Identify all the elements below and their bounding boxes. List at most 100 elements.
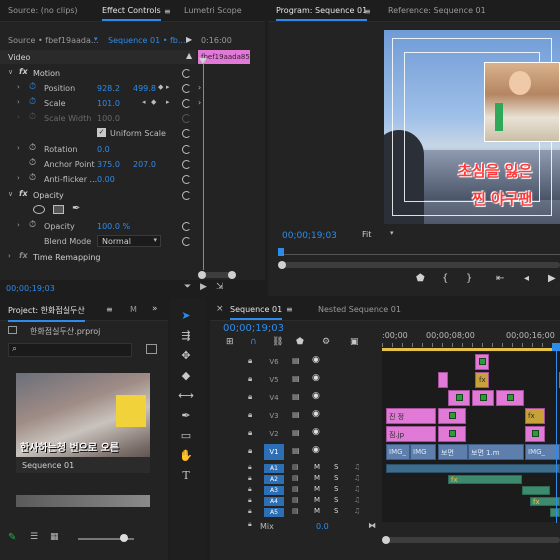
track-label[interactable]: V1 — [264, 444, 284, 460]
menu-icon[interactable]: ≡ — [286, 305, 293, 314]
expand-arrow-icon[interactable]: › — [17, 98, 20, 106]
stopwatch-icon[interactable]: ⏱ — [29, 97, 36, 107]
tab-effect-controls[interactable]: Effect Controls — [102, 6, 161, 21]
chevron-right-icon[interactable]: › — [198, 98, 201, 107]
mute-toggle[interactable]: M — [314, 507, 320, 515]
lock-icon[interactable]: 🔒︎ — [248, 374, 252, 384]
mute-toggle[interactable]: M — [314, 474, 320, 482]
antiflicker-value[interactable]: 0.00 — [97, 175, 115, 184]
clip-v4-c[interactable] — [496, 390, 524, 406]
timeline-ruler[interactable]: :00;00 00;00;08;00 00;00;16;00 — [382, 329, 560, 351]
project-search[interactable]: ⌕ — [8, 343, 132, 357]
expand-arrow-icon[interactable]: › — [17, 144, 20, 152]
lock-icon[interactable]: 🔒︎ — [248, 356, 252, 366]
stopwatch-icon[interactable]: ⏱ — [29, 158, 36, 168]
expand-arrow-icon[interactable]: › — [17, 83, 20, 91]
microphone-icon[interactable]: ♫ — [354, 485, 360, 493]
clip-v1-a[interactable]: IMG_ — [386, 444, 410, 460]
sequence-name[interactable]: Sequence 01 • fb... — [108, 36, 186, 45]
track-label[interactable]: A4 — [264, 497, 284, 506]
sequence-thumbnail[interactable]: 한사하는청 번으로 오른 Sequence 01 — [16, 373, 150, 473]
lock-icon[interactable]: 🔒︎ — [248, 496, 252, 505]
lock-icon[interactable]: 🔒︎ — [248, 463, 252, 472]
effect-scrollbar[interactable] — [198, 271, 236, 279]
fx-icon[interactable]: fx — [19, 67, 28, 76]
timeline-playhead[interactable] — [556, 343, 557, 523]
add-marker-icon[interactable]: ⬟ — [296, 337, 304, 347]
reset-icon[interactable] — [182, 175, 191, 184]
sync-lock-icon[interactable]: ▤ — [292, 496, 299, 504]
anchor-x-value[interactable]: 375.0 — [97, 160, 120, 169]
microphone-icon[interactable]: ♫ — [354, 463, 360, 471]
sync-lock-icon[interactable]: ▤ — [292, 485, 299, 493]
marker-icon[interactable]: ⬟ — [416, 273, 425, 284]
mute-toggle[interactable]: M — [314, 496, 320, 504]
clip-a3-a[interactable] — [522, 486, 550, 495]
sync-lock-icon[interactable]: ▤ — [292, 410, 300, 419]
lock-icon[interactable]: 🔒︎ — [248, 507, 252, 516]
ellipse-mask-icon[interactable] — [33, 205, 45, 214]
linked-selection-icon[interactable]: ⛓ — [272, 337, 283, 347]
lock-icon[interactable]: 🔒︎ — [248, 446, 252, 456]
lock-icon[interactable]: 🔒︎ — [248, 410, 252, 420]
reset-icon[interactable] — [182, 99, 191, 108]
clip-v6-a[interactable] — [475, 354, 489, 370]
sync-lock-icon[interactable]: ▤ — [292, 374, 300, 383]
expand-arrow-icon[interactable]: › — [17, 174, 20, 182]
rotation-value[interactable]: 0.0 — [97, 145, 110, 154]
eye-icon[interactable]: ◉ — [312, 355, 320, 365]
close-icon[interactable]: × — [216, 304, 224, 314]
reset-icon[interactable] — [182, 129, 191, 138]
tab-source[interactable]: Source: (no clips) — [8, 6, 78, 15]
rectangle-tool-icon[interactable]: ▭ — [176, 427, 196, 445]
tab-nested-sequence[interactable]: Nested Sequence 01 — [318, 305, 401, 314]
tab-project[interactable]: Project: 한화점실두산 — [8, 305, 85, 322]
collapse-arrow-icon[interactable]: ∨ — [8, 190, 13, 198]
scale-value[interactable]: 101.0 — [97, 99, 120, 108]
track-label[interactable]: V5 — [264, 372, 284, 388]
chevron-down-icon[interactable]: ▾ — [94, 35, 98, 43]
tab-media[interactable]: M — [130, 305, 137, 314]
pen-tool-icon[interactable]: ✒ — [176, 407, 196, 425]
pen-mask-icon[interactable]: ✒ — [72, 203, 80, 214]
filter-icon[interactable]: ⏷ — [184, 282, 191, 292]
mute-toggle[interactable]: M — [314, 463, 320, 471]
clip-v1-d[interactable]: 보면 1.m — [468, 444, 524, 460]
nest-icon[interactable]: ⊞ — [226, 337, 234, 347]
expand-arrow-icon[interactable]: › — [17, 221, 20, 229]
sync-lock-icon[interactable]: ▤ — [292, 356, 300, 365]
tab-program[interactable]: Program: Sequence 01 — [276, 6, 368, 21]
captions-icon[interactable]: ▣ — [350, 337, 359, 347]
clip-v3-a[interactable]: 진 정 — [386, 408, 436, 424]
reset-icon[interactable] — [182, 222, 191, 231]
stopwatch-icon[interactable]: ⏱ — [29, 82, 36, 92]
clip-v4-a[interactable] — [448, 390, 470, 406]
clip-a5-a[interactable] — [550, 508, 560, 517]
keyframe-prev-icon[interactable]: ◂ — [142, 98, 146, 106]
work-area-bar[interactable] — [382, 348, 560, 351]
solo-toggle[interactable]: S — [334, 485, 338, 493]
stopwatch-icon[interactable]: ⏱ — [29, 173, 36, 183]
clip-v1-e[interactable]: IMG_ — [525, 444, 560, 460]
mix-value[interactable]: 0.0 — [316, 522, 329, 531]
effect-playhead-handle[interactable] — [199, 58, 207, 64]
lock-icon[interactable]: 🔒︎ — [248, 485, 252, 494]
slip-tool-icon[interactable]: ⟷ — [176, 387, 196, 405]
scroll-knob-left[interactable] — [382, 536, 390, 544]
razor-tool-icon[interactable]: ◆ — [176, 367, 196, 385]
rectangle-mask-icon[interactable] — [53, 205, 64, 214]
chevron-up-icon[interactable]: ▲ — [186, 51, 192, 60]
mix-end-icon[interactable]: ⧓ — [368, 521, 376, 530]
eye-icon[interactable]: ◉ — [312, 445, 320, 455]
eye-icon[interactable]: ◉ — [312, 427, 320, 437]
sync-lock-icon[interactable]: ▤ — [292, 392, 300, 401]
collapse-arrow-icon[interactable]: ∨ — [8, 68, 13, 76]
anchor-y-value[interactable]: 207.0 — [133, 160, 156, 169]
mini-playhead[interactable] — [278, 248, 284, 256]
lock-icon[interactable]: 🔒︎ — [248, 392, 252, 402]
stopwatch-icon[interactable]: ⏱ — [29, 143, 36, 153]
stopwatch-icon[interactable]: ⏱ — [29, 220, 36, 230]
track-label[interactable]: V4 — [264, 390, 284, 406]
tab-lumetri[interactable]: Lumetri Scope — [184, 6, 242, 15]
microphone-icon[interactable]: ♫ — [354, 496, 360, 504]
